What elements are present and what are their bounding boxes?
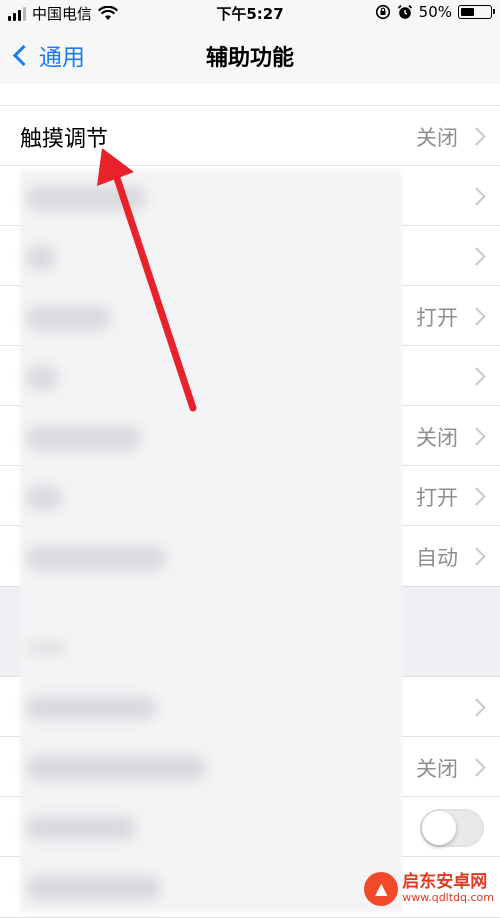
chevron-right-icon [467, 698, 486, 717]
status-right: 50% [375, 3, 495, 21]
toggle-knob [422, 811, 456, 845]
status-bar: 中国电信 下午5:27 50% [0, 0, 500, 26]
row-value: 关闭 [416, 757, 458, 781]
blurred-redaction [20, 170, 402, 912]
watermark-logo-icon: ▲ [364, 872, 399, 906]
row-value: 关闭 [416, 126, 458, 150]
chevron-right-icon [467, 367, 486, 386]
row-value: 打开 [416, 306, 458, 330]
settings-row-partial[interactable] [0, 84, 500, 106]
alarm-icon [397, 4, 412, 19]
row-label: 触摸调节 [20, 127, 109, 152]
chevron-right-icon [467, 427, 486, 446]
rotation-lock-icon [375, 4, 390, 20]
chevron-right-icon [467, 547, 486, 566]
chevron-right-icon [467, 307, 486, 326]
watermark-text: 启东安卓网 www.qdltdq.com [402, 872, 494, 905]
row-value: 关闭 [416, 426, 458, 450]
chevron-right-icon [467, 758, 486, 777]
row-value: 自动 [416, 546, 458, 570]
chevron-right-icon [467, 187, 486, 206]
row-value: 打开 [416, 486, 458, 510]
page-title: 辅助功能 [205, 46, 294, 71]
chevron-right-icon [467, 487, 486, 506]
watermark-url: www.qdltdq.com [402, 891, 494, 905]
toggle-switch[interactable] [420, 809, 484, 847]
battery-percent: 50% [418, 3, 452, 21]
watermark-name: 启东安卓网 [402, 872, 488, 893]
chevron-right-icon [467, 127, 486, 146]
battery-icon [458, 5, 495, 19]
settings-row-touch-accommodations[interactable]: 触摸调节 关闭 [0, 106, 500, 166]
watermark: ▲ 启东安卓网 www.qdltdq.com [364, 872, 494, 906]
navigation-bar: 通用 辅助功能 [0, 26, 500, 84]
battery-fill [461, 8, 474, 16]
chevron-right-icon [467, 247, 486, 266]
